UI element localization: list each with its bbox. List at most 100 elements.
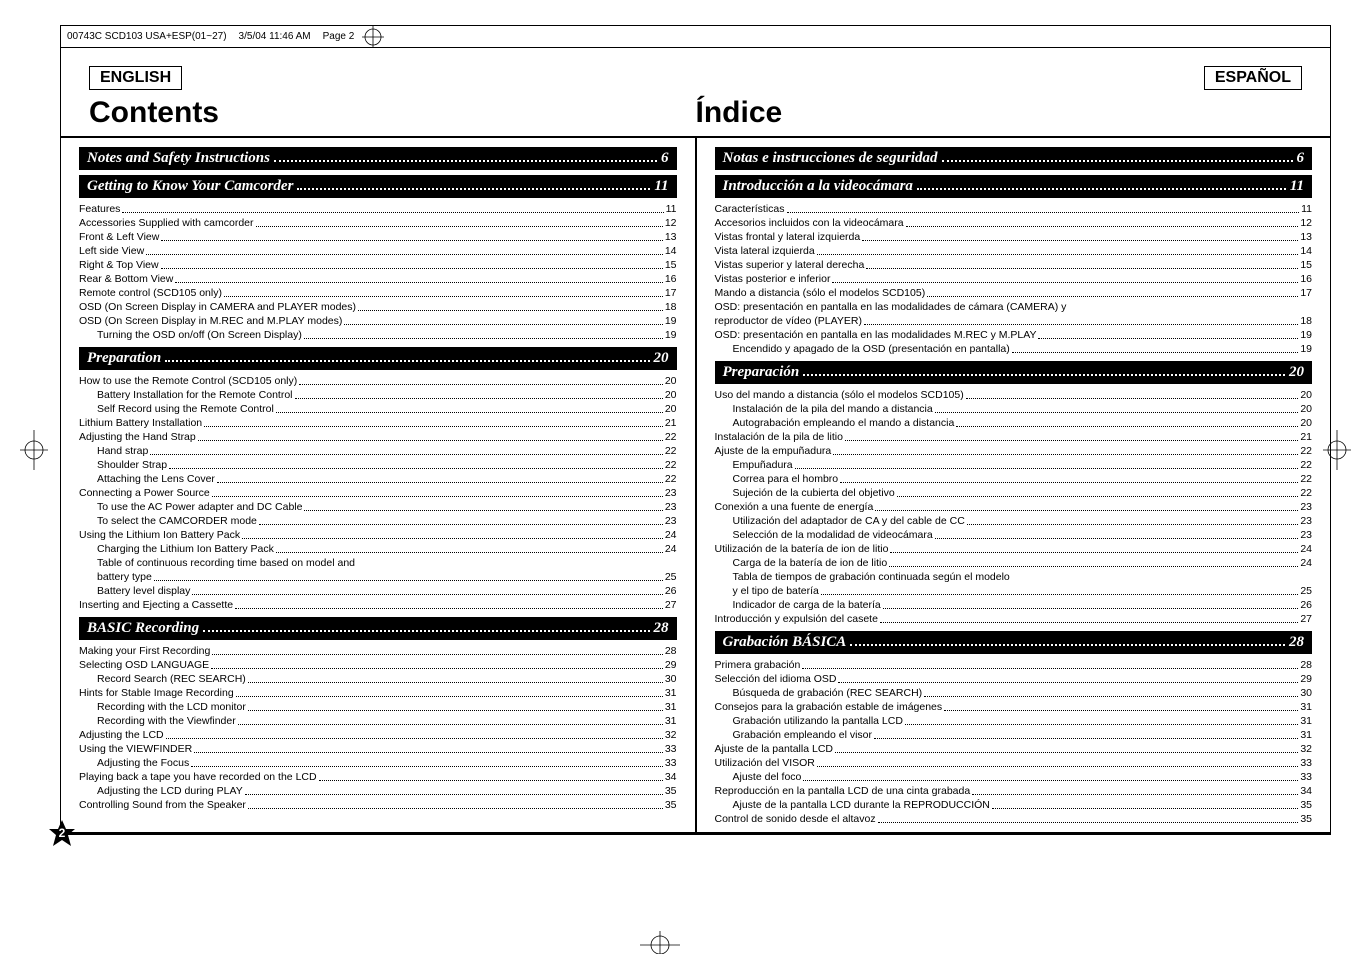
section-header: BASIC Recording 28: [79, 617, 677, 640]
toc-label: Accesorios incluidos con la videocámara: [715, 216, 904, 230]
toc-label: Ajuste de la pantalla LCD: [715, 742, 834, 756]
toc-entry: y el tipo de batería25: [715, 584, 1313, 598]
toc-page: 29: [665, 658, 677, 672]
section-title: Preparation: [87, 350, 161, 367]
toc-label: To select the CAMCORDER mode: [97, 514, 257, 528]
toc-entry: Grabación empleando el visor 31: [715, 728, 1313, 742]
toc-page: 34: [1300, 784, 1312, 798]
toc-entry: Right & Top View15: [79, 258, 677, 272]
toc-page: 31: [1300, 728, 1312, 742]
toc-label: Sujeción de la cubierta del objetivo: [733, 486, 895, 500]
toc-page: 27: [665, 598, 677, 612]
toc-entry: Consejos para la grabación estable de im…: [715, 700, 1313, 714]
toc-label: Correa para el hombro: [733, 472, 839, 486]
toc-page: 23: [665, 514, 677, 528]
toc-page: 11: [666, 202, 677, 216]
toc-label: Vistas superior y lateral derecha: [715, 258, 865, 272]
toc-page: 23: [665, 500, 677, 514]
toc-label: Vistas posterior e inferior: [715, 272, 831, 286]
toc-label: Mando a distancia (sólo el modelos SCD10…: [715, 286, 926, 300]
toc-entry: Adjusting the LCD during PLAY35: [79, 784, 677, 798]
toc-label: Shoulder Strap: [97, 458, 167, 472]
toc-page: 34: [665, 770, 677, 784]
toc-label: Ajuste del foco: [733, 770, 802, 784]
toc-label: Self Record using the Remote Control: [97, 402, 274, 416]
toc-entry: Accessories Supplied with camcorder12: [79, 216, 677, 230]
toc-entry: OSD: presentación en pantalla en las mod…: [715, 328, 1313, 342]
toc-page: 27: [1300, 612, 1312, 626]
toc-page: 22: [1300, 472, 1312, 486]
toc-label: Carga de la batería de ion de litio: [733, 556, 888, 570]
toc-label: Utilización del VISOR: [715, 756, 815, 770]
toc-entry: Self Record using the Remote Control20: [79, 402, 677, 416]
toc-entry: Utilización del adaptador de CA y del ca…: [715, 514, 1313, 528]
toc-page: 16: [1300, 272, 1312, 286]
toc-entry: Using the VIEWFINDER33: [79, 742, 677, 756]
toc-entry: Empuñadura22: [715, 458, 1313, 472]
toc-page: 18: [1300, 314, 1312, 328]
toc-label: Selección de la modalidad de videocámara: [733, 528, 933, 542]
toc-page: 20: [665, 374, 677, 388]
toc-entry: Attaching the Lens Cover22: [79, 472, 677, 486]
toc-page: 33: [1300, 756, 1312, 770]
toc-label: Vistas frontal y lateral izquierda: [715, 230, 861, 244]
toc-page: 15: [1300, 258, 1312, 272]
toc-label: Conexión a una fuente de energía: [715, 500, 874, 514]
toc-label: Battery Installation for the Remote Cont…: [97, 388, 293, 402]
toc-page: 33: [665, 742, 677, 756]
toc-page: 12: [1300, 216, 1312, 230]
header-page: Page 2: [317, 31, 361, 42]
toc-label: Grabación empleando el visor: [733, 728, 873, 742]
language-row: ENGLISH ESPAÑOL: [61, 48, 1330, 94]
toc-entry: Selecting OSD LANGUAGE29: [79, 658, 677, 672]
toc-entry: Utilización de la batería de ion de liti…: [715, 542, 1313, 556]
toc-page: 26: [1300, 598, 1312, 612]
toc-entry: Conexión a una fuente de energía23: [715, 500, 1313, 514]
toc-label: Attaching the Lens Cover: [97, 472, 215, 486]
toc-entry: Table of continuous recording time based…: [79, 556, 677, 570]
section-title: BASIC Recording: [87, 620, 199, 637]
title-indice: Índice: [696, 96, 1303, 130]
toc-page: 20: [1300, 416, 1312, 430]
toc-page: 18: [665, 300, 677, 314]
toc-page: 24: [665, 542, 677, 556]
toc-entry: Introducción y expulsión del casete 27: [715, 612, 1313, 626]
toc-label: Empuñadura: [733, 458, 793, 472]
toc-page: 17: [665, 286, 677, 300]
toc-entry: Shoulder Strap22: [79, 458, 677, 472]
toc-entry: Instalación de la pila de litio21: [715, 430, 1313, 444]
toc-entry: reproductor de vídeo (PLAYER) 18: [715, 314, 1313, 328]
toc-label: reproductor de vídeo (PLAYER): [715, 314, 862, 328]
toc-page: 19: [1300, 328, 1312, 342]
section-title: Grabación BÁSICA: [723, 634, 847, 651]
toc-page: 31: [1300, 700, 1312, 714]
toc-label: Consejos para la grabación estable de im…: [715, 700, 943, 714]
page-frame: 00743C SCD103 USA+ESP(01~27) 3/5/04 11:4…: [60, 25, 1331, 835]
toc-entry: Indicador de carga de la batería26: [715, 598, 1313, 612]
toc-label: Introducción y expulsión del casete: [715, 612, 878, 626]
toc-entry: OSD (On Screen Display in CAMERA and PLA…: [79, 300, 677, 314]
section-header: Preparation 20: [79, 347, 677, 370]
header-date: 3/5/04 11:46 AM: [233, 31, 317, 42]
toc-label: Recording with the LCD monitor: [97, 700, 246, 714]
toc-page: 19: [665, 328, 677, 342]
toc-label: Charging the Lithium Ion Battery Pack: [97, 542, 274, 556]
toc-entry: Vista lateral izquierda14: [715, 244, 1313, 258]
toc-label: OSD: presentación en pantalla en las mod…: [715, 300, 1067, 314]
toc-label: Instalación de la pila de litio: [715, 430, 843, 444]
toc-page: 33: [665, 756, 677, 770]
toc-label: Autograbación empleando el mando a dista…: [733, 416, 955, 430]
toc-label: Playing back a tape you have recorded on…: [79, 770, 317, 784]
toc-entry: Grabación utilizando la pantalla LCD31: [715, 714, 1313, 728]
toc-entry: Playing back a tape you have recorded on…: [79, 770, 677, 784]
toc-label: Left side View: [79, 244, 144, 258]
toc-entry: Adjusting the Hand Strap22: [79, 430, 677, 444]
toc-page: 15: [665, 258, 677, 272]
toc-page: 35: [665, 798, 677, 812]
register-mark-icon: [1323, 430, 1351, 475]
toc-entry: Hints for Stable Image Recording31: [79, 686, 677, 700]
toc-page: 26: [665, 584, 677, 598]
toc-entry: To use the AC Power adapter and DC Cable…: [79, 500, 677, 514]
toc-entry: Encendido y apagado de la OSD (presentac…: [715, 342, 1313, 356]
section-title: Getting to Know Your Camcorder: [87, 178, 293, 195]
